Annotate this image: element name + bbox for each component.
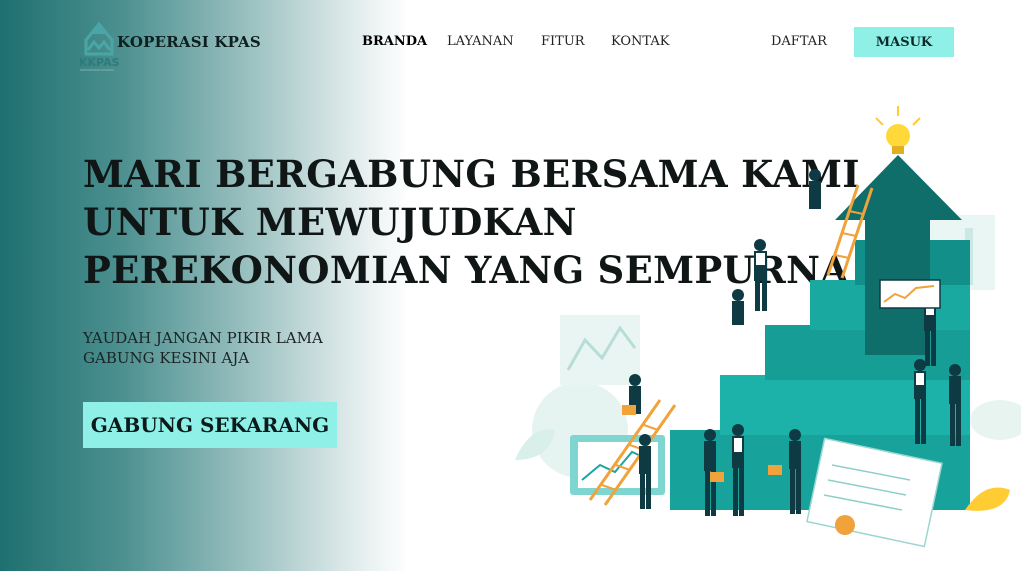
gabung-sekarang-button[interactable]: GABUNG SEKARANG — [83, 402, 337, 448]
navbar: KKPAS KOPERASI KPAS BRANDA LAYANAN FITUR… — [0, 0, 1021, 85]
subtitle-line: GABUNG KESINI AJA — [83, 349, 250, 367]
daftar-link[interactable]: DAFTAR — [771, 34, 827, 49]
hero-subtitle: YAUDAH JANGAN PIKIR LAMA GABUNG KESINI A… — [83, 328, 323, 368]
brand-name[interactable]: KOPERASI KPAS — [117, 33, 261, 51]
nav-item-branda[interactable]: BRANDA — [362, 34, 427, 49]
nav-item-fitur[interactable]: FITUR — [541, 34, 585, 49]
kkpas-logo-icon: KKPAS — [79, 21, 120, 71]
nav-item-kontak[interactable]: KONTAK — [611, 34, 669, 49]
subtitle-line: YAUDAH JANGAN PIKIR LAMA — [83, 329, 323, 347]
nav-item-layanan[interactable]: LAYANAN — [447, 34, 514, 49]
masuk-button[interactable]: MASUK — [854, 27, 954, 57]
growth-teamwork-illustration-icon — [515, 106, 1021, 548]
logo-text: KKPAS — [79, 56, 120, 69]
